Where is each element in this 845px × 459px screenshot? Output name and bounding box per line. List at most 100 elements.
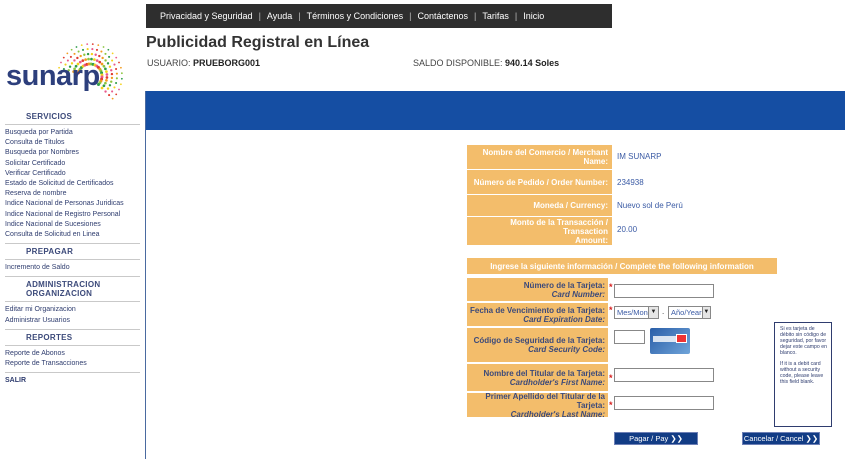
expiration-year-select[interactable]: Año/Year ▼ — [668, 306, 711, 319]
nav-separator: | — [409, 11, 412, 21]
dropdown-arrow-icon: ▼ — [701, 307, 710, 318]
sidebar-heading-reportes: REPORTES — [26, 332, 73, 342]
sidebar-heading-administracion: ADMINISTRACION — [26, 280, 101, 290]
sidebar-item-reporte-abonos[interactable]: Reporte de Abonos — [0, 349, 146, 359]
sidebar-item-solicitar-certificado[interactable]: Solicitar Certificado — [0, 159, 146, 169]
nav-separator: | — [258, 11, 261, 21]
nav-contactenos[interactable]: Contáctenos — [418, 11, 469, 21]
logo-dot — [105, 70, 108, 73]
logo-dot — [106, 87, 110, 90]
card-number-label-es: Número de la Tarjeta: — [523, 280, 605, 290]
sidebar-item-salir[interactable]: SALIR — [0, 376, 146, 386]
sidebar-item-verificar-certificado[interactable]: Verificar Certificado — [0, 169, 146, 179]
logo-dot — [62, 56, 65, 59]
logo-dot — [110, 76, 114, 80]
divider — [5, 344, 140, 346]
first-name-input[interactable] — [614, 368, 714, 382]
sidebar-item-indice-registro-personal[interactable]: Indice Nacional de Registro Personal — [0, 210, 146, 220]
sidebar-item-incremento-saldo[interactable]: Incremento de Saldo — [0, 263, 146, 273]
logo-dot — [115, 72, 118, 75]
nav-separator: | — [474, 11, 477, 21]
logo-dot — [106, 62, 110, 65]
logo-dot — [108, 94, 111, 97]
amount-label-line1: Monto de la Transacción / Transaction — [510, 217, 608, 236]
logo-dot — [115, 81, 118, 85]
card-number-input[interactable] — [614, 284, 714, 298]
order-number-label: Número de Pedido / Order Number: — [467, 170, 612, 194]
nav-inicio[interactable]: Inicio — [523, 11, 544, 21]
sidebar: SERVICIOS Busqueda por Partida Consulta … — [0, 112, 146, 386]
balance-label: SALDO DISPONIBLE: — [413, 58, 503, 68]
security-code-input[interactable] — [614, 330, 645, 344]
logo-dot — [104, 67, 107, 71]
sidebar-item-busqueda-nombres[interactable]: Busqueda por Nombres — [0, 148, 146, 158]
user-label: USUARIO: — [147, 58, 191, 68]
card-code-highlight — [676, 334, 687, 343]
merchant-name-value: IM SUNARP — [617, 152, 662, 161]
amount-label: Monto de la Transacción / Transaction Am… — [467, 217, 612, 245]
order-number-value: 234938 — [617, 178, 644, 187]
currency-label: Moneda / Currency: — [467, 195, 612, 216]
logo-dot — [120, 83, 122, 86]
logo-dot — [86, 52, 90, 56]
user-info: USUARIO: PRUEBORG001 — [147, 58, 260, 68]
divider — [5, 276, 140, 278]
currency-value: Nuevo sol de Perú — [617, 201, 683, 210]
logo-dot — [66, 52, 69, 55]
top-nav-bar: Privacidad y Seguridad | Ayuda | Término… — [146, 4, 612, 28]
logo-dot — [107, 48, 110, 51]
sunarp-logo[interactable]: sunarp — [4, 28, 136, 108]
sidebar-item-reserva-nombre[interactable]: Reserva de nombre — [0, 189, 146, 199]
credit-card-security-code-icon — [650, 328, 690, 354]
sidebar-item-indice-sucesiones[interactable]: Indice Nacional de Sucesiones — [0, 220, 146, 230]
logo-dot — [118, 61, 120, 64]
pay-button[interactable]: Pagar / Pay ❯❯ — [614, 432, 698, 445]
logo-dot — [104, 81, 107, 85]
required-marker: * — [609, 400, 613, 410]
sidebar-item-reporte-transacciones[interactable]: Reporte de Transacciones — [0, 359, 146, 369]
logo-dot — [105, 76, 109, 79]
logo-dot — [75, 46, 78, 48]
sidebar-item-administrar-usuarios[interactable]: Administrar Usuarios — [0, 316, 146, 326]
logo-dot — [76, 56, 79, 60]
merchant-row: Nombre del Comercio / Merchant Name: IM … — [467, 145, 661, 169]
card-number-label-en: Card Number: — [551, 289, 605, 299]
security-code-label-en: Card Security Code: — [528, 345, 605, 354]
merchant-row: Moneda / Currency: Nuevo sol de Perú — [467, 195, 683, 216]
sidebar-item-busqueda-partida[interactable]: Busqueda por Partida — [0, 128, 146, 138]
sidebar-item-consulta-titulos[interactable]: Consulta de Titulos — [0, 138, 146, 148]
nav-ayuda[interactable]: Ayuda — [267, 11, 292, 21]
logo-dot — [105, 79, 108, 82]
expiration-label: Fecha de Vencimiento de la Tarjeta: Card… — [467, 303, 608, 326]
cancel-button[interactable]: Cancelar / Cancel ❯❯ — [742, 432, 820, 445]
nav-privacidad[interactable]: Privacidad y Seguridad — [160, 11, 253, 21]
logo-dot — [102, 46, 105, 48]
divider — [5, 301, 140, 303]
divider — [5, 328, 140, 330]
security-code-label-es: Código de Seguridad de la Tarjeta: — [473, 336, 605, 345]
logo-dot — [108, 55, 111, 58]
sidebar-item-editar-organizacion[interactable]: Editar mi Organizacion — [0, 305, 146, 315]
first-name-label: Nombre del Titular de la Tarjeta: Cardho… — [467, 364, 608, 391]
nav-tarifas[interactable]: Tarifas — [482, 11, 509, 21]
logo-dot — [104, 90, 107, 93]
logo-dot — [115, 67, 118, 71]
last-name-label: Primer Apellido del Titular de la Tarjet… — [467, 392, 608, 419]
logo-dot — [105, 73, 109, 76]
sidebar-heading-organizacion: ORGANIZACION — [26, 289, 93, 299]
logo-dot — [115, 56, 118, 59]
last-name-input[interactable] — [614, 396, 714, 410]
nav-terminos[interactable]: Términos y Condiciones — [307, 11, 404, 21]
sidebar-item-indice-personas-juridicas[interactable]: Indice Nacional de Personas Juridicas — [0, 199, 146, 209]
logo-dot — [110, 69, 113, 72]
expiration-label-es: Fecha de Vencimiento de la Tarjeta: — [469, 305, 605, 315]
nav-separator: | — [298, 11, 301, 21]
divider — [5, 372, 140, 374]
sidebar-item-consulta-solicitud[interactable]: Consulta de Solicitud en Linea — [0, 230, 146, 240]
first-name-label-en: Cardholder's First Name: — [509, 377, 605, 387]
expiration-month-select[interactable]: Mes/Mon ▼ — [614, 306, 659, 319]
sidebar-item-estado-solicitud[interactable]: Estado de Solicitud de Certificados — [0, 179, 146, 189]
logo-dot — [86, 48, 89, 51]
logo-dot — [102, 64, 106, 68]
logo-dot — [113, 86, 116, 89]
